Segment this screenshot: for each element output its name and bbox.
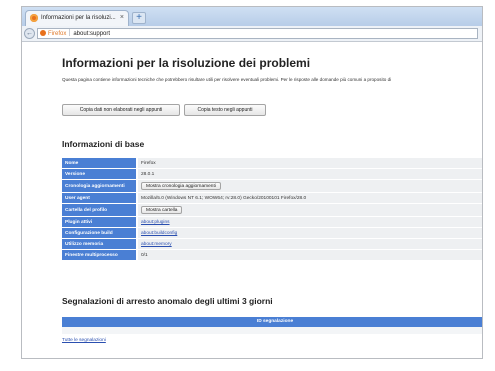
copy-raw-data-button[interactable]: Copia dati non elaborati negli appunti (62, 104, 180, 116)
navigation-bar: ← Firefox about:support (22, 26, 482, 42)
table-row: Nome Firefox (62, 158, 482, 169)
new-tab-button[interactable]: + (132, 12, 146, 24)
row-value: Mostra cartella (137, 203, 482, 217)
row-key: Finestre multiprocesso (62, 249, 138, 261)
table-row: Cartella del profilo Mostra cartella (62, 203, 482, 217)
url-separator (69, 29, 71, 36)
row-value: Mozilla/5.0 (Windows NT 6.1; WOW64; rv:2… (137, 192, 482, 204)
row-value: 0/1 (137, 249, 482, 261)
table-row: Utilizzo memoria about:memory (62, 238, 482, 250)
crash-reports-empty-row (62, 327, 482, 334)
basic-info-table: Nome Firefox Versione 28.0.1 Cronologia … (62, 158, 482, 261)
browser-window: Informazioni per la risoluzi... × + ← Fi… (21, 6, 483, 359)
page-description: Questa pagina contiene informazioni tecn… (62, 77, 392, 82)
crash-report-id-header: ID segnalazione (62, 317, 482, 327)
buildconfig-link[interactable]: about:buildconfig (141, 231, 177, 236)
row-value: about:buildconfig (137, 227, 482, 239)
table-row: Cronologia aggiornamenti Mostra cronolog… (62, 179, 482, 193)
tab-title: Informazioni per la risoluzi... (41, 15, 116, 21)
row-key: Utilizzo memoria (62, 238, 138, 250)
tab-troubleshooting[interactable]: Informazioni per la risoluzi... × (25, 10, 129, 26)
close-tab-icon[interactable]: × (120, 11, 124, 25)
url-text[interactable]: about:support (73, 31, 110, 37)
show-profile-folder-button[interactable]: Mostra cartella (141, 206, 183, 214)
row-value: Firefox (137, 158, 482, 169)
url-identity-label: Firefox (48, 31, 67, 37)
show-update-history-button[interactable]: Mostra cronologia aggiornamenti (141, 182, 221, 190)
row-key: Versione (62, 168, 138, 180)
basic-info-title: Informazioni di base (62, 139, 145, 149)
memory-link[interactable]: about:memory (141, 242, 172, 247)
table-row: Plugin attivi about:plugins (62, 216, 482, 228)
table-row: Versione 28.0.1 (62, 168, 482, 180)
row-value: about:plugins (137, 216, 482, 228)
url-bar[interactable]: Firefox about:support (37, 28, 478, 39)
table-row: Finestre multiprocesso 0/1 (62, 249, 482, 261)
row-key: User agent (62, 192, 138, 204)
crash-reports-title: Segnalazioni di arresto anomalo degli ul… (62, 296, 273, 306)
row-key: Plugin attivi (62, 216, 138, 228)
row-key: Cartella del profilo (62, 203, 138, 217)
page-content: Informazioni per la risoluzione dei prob… (22, 42, 482, 358)
row-key: Nome (62, 158, 138, 169)
row-value: 28.0.1 (137, 168, 482, 180)
all-crash-reports-link[interactable]: Tutte le segnalazioni (62, 338, 106, 343)
table-row: Configurazione build about:buildconfig (62, 227, 482, 239)
row-value: Mostra cronologia aggiornamenti (137, 179, 482, 193)
firefox-favicon-icon (30, 14, 38, 22)
back-button[interactable]: ← (24, 28, 35, 39)
copy-text-button[interactable]: Copia testo negli appunti (184, 104, 266, 116)
firefox-identity-icon (40, 30, 46, 36)
row-key: Configurazione build (62, 227, 138, 239)
table-row: User agent Mozilla/5.0 (Windows NT 6.1; … (62, 192, 482, 204)
row-value: about:memory (137, 238, 482, 250)
row-key: Cronologia aggiornamenti (62, 179, 138, 193)
page-title: Informazioni per la risoluzione dei prob… (62, 56, 311, 70)
tab-strip: Informazioni per la risoluzi... × + (22, 7, 482, 26)
plugins-link[interactable]: about:plugins (141, 220, 170, 225)
